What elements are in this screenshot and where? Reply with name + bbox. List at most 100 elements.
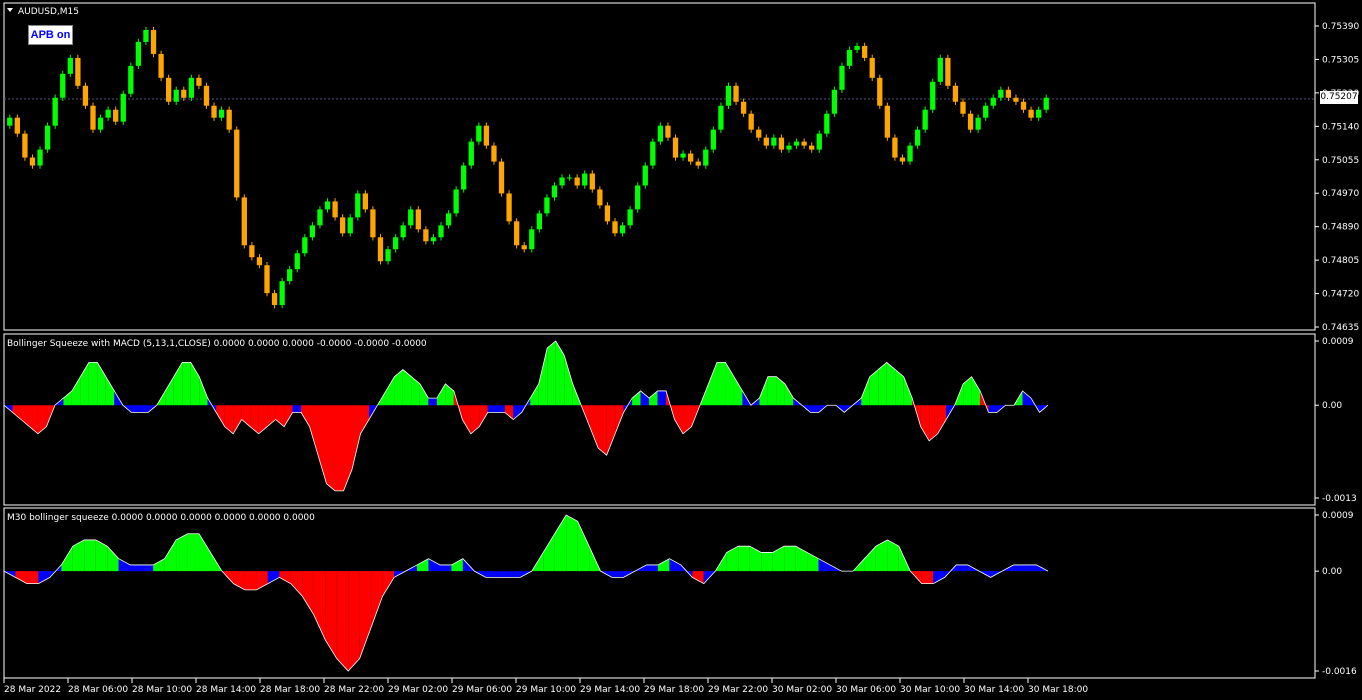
candle-body xyxy=(317,209,323,226)
indicator-area-segment xyxy=(1022,390,1032,406)
indicator-area-segment xyxy=(674,405,684,434)
candle-body xyxy=(415,209,421,230)
indicator-axis-label: -0.0016 xyxy=(1322,667,1357,677)
indicator-area-segment xyxy=(84,539,96,572)
indicator-area-segment xyxy=(411,376,420,406)
candle-body xyxy=(256,257,263,266)
apb-toggle-button[interactable]: APB on xyxy=(28,25,73,45)
indicator-area-segment xyxy=(141,564,154,572)
indicator-area-segment xyxy=(683,405,692,434)
time-axis-label: 28 Mar 22:00 xyxy=(324,685,384,695)
candle-body xyxy=(983,105,989,118)
candle-body xyxy=(287,269,293,282)
indicator-area-segment xyxy=(479,405,488,427)
indicator-area-segment xyxy=(88,362,98,406)
indicator-area-segment xyxy=(61,546,73,572)
indicator-area-segment xyxy=(692,571,704,584)
candle-body xyxy=(226,109,232,130)
indicator-area-segment xyxy=(646,564,658,572)
candle-body xyxy=(998,89,1004,98)
indicator-area-segment xyxy=(508,571,521,578)
chart-canvas: 0.753900.753050.752200.751400.750550.749… xyxy=(3,2,1359,695)
candle-body xyxy=(725,85,732,106)
indicator-area-segment xyxy=(640,390,650,406)
candle-body xyxy=(1028,109,1034,118)
candle-body xyxy=(597,189,603,206)
indicator-area-segment xyxy=(761,552,773,572)
indicator-area-segment xyxy=(302,571,314,615)
candle-body xyxy=(862,45,868,58)
indicator-area-segment xyxy=(359,571,372,659)
candle-body xyxy=(483,125,490,146)
candle-body xyxy=(1013,97,1019,102)
dropdown-triangle-icon xyxy=(7,8,13,12)
indicator-axis-label: 0.0009 xyxy=(1322,511,1354,521)
indicator-area-segment xyxy=(313,571,326,640)
indicator-area-segment xyxy=(37,405,47,434)
candle-body xyxy=(748,113,754,130)
price-axis-label: 0.75390 xyxy=(1322,22,1359,32)
indicator-area-segment xyxy=(784,383,794,406)
indicator-area-segment xyxy=(72,539,85,572)
time-axis-label: 29 Mar 02:00 xyxy=(388,685,448,695)
indicator-area-segment xyxy=(325,571,337,659)
indicator-area-segment xyxy=(118,558,131,572)
indicator-area-segment xyxy=(130,564,142,572)
candle-body xyxy=(302,237,308,254)
indicator-area-segment xyxy=(496,405,505,413)
candle-body xyxy=(498,161,505,194)
indicator-area-segment xyxy=(428,398,437,406)
time-axis-label: 30 Mar 06:00 xyxy=(836,685,896,695)
candle-body xyxy=(385,249,391,262)
time-axis-label: 28 Mar 06:00 xyxy=(68,685,128,695)
candle-body xyxy=(279,281,285,306)
candle-body xyxy=(476,125,482,142)
indicator-area-segment xyxy=(428,558,440,572)
indicator-area-segment xyxy=(530,383,539,406)
indicator-area-segment xyxy=(301,405,310,427)
indicator-area-segment xyxy=(795,546,808,572)
panel-frame-2 xyxy=(3,507,1316,679)
candle-body xyxy=(793,141,800,146)
candle-body xyxy=(801,141,807,146)
candle-body xyxy=(22,133,28,158)
indicator-area-segment xyxy=(657,390,667,406)
candle-body xyxy=(340,217,346,234)
indicator-area-segment xyxy=(937,405,947,434)
candle-body xyxy=(945,57,951,86)
indicator-area-segment xyxy=(738,546,750,572)
time-axis-label: 29 Mar 22:00 xyxy=(708,685,768,695)
indicator-area-segment xyxy=(436,383,446,406)
indicator-area-segment xyxy=(485,571,498,578)
indicator-area-segment xyxy=(612,571,624,578)
indicator-area-segment xyxy=(1013,564,1026,572)
indicator-area-segment xyxy=(258,405,268,434)
candle-body xyxy=(672,137,679,158)
candle-body xyxy=(506,193,512,222)
candle-body xyxy=(733,85,739,102)
indicator-area-segment xyxy=(63,390,72,406)
indicator-area-segment xyxy=(864,546,876,572)
candle-body xyxy=(347,217,353,234)
candle-body xyxy=(188,77,194,98)
indicator-line xyxy=(3,340,1049,492)
time-axis-label: 30 Mar 14:00 xyxy=(964,685,1024,695)
indicator-area-segment xyxy=(566,515,578,572)
time-axis-label: 29 Mar 18:00 xyxy=(644,685,704,695)
candle-body xyxy=(695,161,701,166)
candle-body xyxy=(635,185,641,210)
indicator-area-segment xyxy=(71,376,81,406)
candle-body xyxy=(400,225,406,238)
candle-body xyxy=(408,209,414,226)
time-axis-label: 28 Mar 2022 xyxy=(4,685,61,695)
indicator-area-segment xyxy=(371,571,383,628)
indicator-area-segment xyxy=(292,405,302,413)
indicator-area-segment xyxy=(887,539,899,572)
candle-body xyxy=(990,97,996,106)
indicator-area-segment xyxy=(543,533,555,572)
indicator-area-segment xyxy=(956,564,968,572)
indicator-area-segment xyxy=(290,571,303,597)
indicator-axis-label: -0.0013 xyxy=(1322,494,1357,504)
candle-body xyxy=(309,225,316,238)
candle-body xyxy=(914,129,921,146)
